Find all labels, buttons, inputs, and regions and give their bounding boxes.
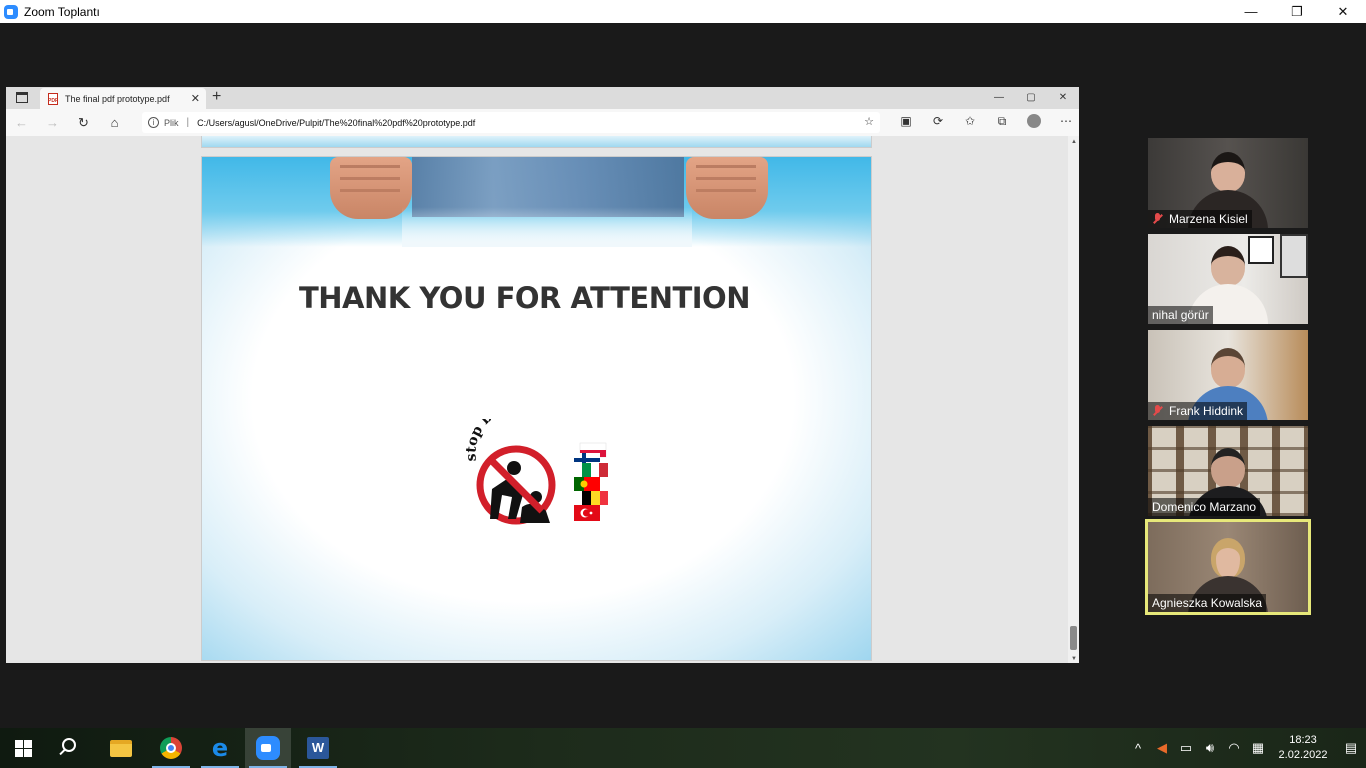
participant-name-tag: Frank Hiddink [1148,402,1248,420]
volume-icon[interactable]: 🔊︎ [1198,740,1222,756]
zoom-icon[interactable] [245,728,291,768]
profile-icon[interactable] [1018,114,1050,131]
new-tab-button[interactable]: + [212,88,221,106]
slide-header-image [202,157,871,247]
video-tile-active-speaker[interactable]: Agnieszka Kowalska [1145,519,1311,615]
clock-date: 2.02.2022 [1278,749,1328,761]
video-tile[interactable]: nihal görür [1148,234,1308,324]
scroll-down-icon[interactable]: ▼ [1071,656,1077,662]
browser-close-button[interactable]: ✕ [1047,87,1079,109]
forward-icon[interactable]: → [37,115,68,130]
slide-title: THANK YOU FOR ATTENTION [299,281,751,315]
browser-tab-bar: PDF The final pdf prototype.pdf ✕ + — ▢ … [6,87,1079,109]
notifications-icon[interactable]: ▤ [1336,740,1366,756]
file-explorer-icon[interactable] [98,728,144,768]
participant-name: Marzena Kisiel [1169,212,1248,226]
browser-tab[interactable]: PDF The final pdf prototype.pdf ✕ [40,88,206,109]
zoom-window-title: Zoom Toplantı [24,4,100,19]
pdf-viewer[interactable]: THANK YOU FOR ATTENTION stop bullying [6,136,1068,663]
favorites-icon[interactable]: ✩ [954,114,986,131]
info-icon[interactable]: i [148,117,159,128]
participant-name: Domenico Marzano [1152,500,1257,514]
participant-name-tag: Domenico Marzano [1148,498,1261,516]
system-tray: ^ ◀ ▭ 🔊︎ ◠ ▦ 18:23 2.02.2022 ▤ [1126,728,1366,768]
address-separator: | [186,117,190,128]
browser-maximize-button[interactable]: ▢ [1015,87,1047,109]
participant-name: Agnieszka Kowalska [1152,596,1263,610]
extension-icon[interactable]: ▣ [890,114,922,131]
tab-actions-icon[interactable] [16,92,28,103]
participant-name-tag: Marzena Kisiel [1148,210,1252,228]
sync-icon[interactable]: ⟳ [922,114,954,131]
edge-icon[interactable]: e [197,728,243,768]
chrome-icon[interactable] [148,728,194,768]
stop-bullying-logo: stop bullying [464,419,608,525]
shared-browser-window: PDF The final pdf prototype.pdf ✕ + — ▢ … [6,87,1079,663]
favorite-add-icon[interactable]: ☆ [864,115,874,128]
zoom-logo-icon [4,4,18,19]
url-text[interactable]: C:/Users/agusl/OneDrive/Pulpit/The%20fin… [197,118,475,128]
pdf-page-slide: THANK YOU FOR ATTENTION stop bullying [201,156,872,661]
video-tile[interactable]: Domenico Marzano [1148,426,1308,516]
refresh-icon[interactable]: ↻ [68,115,99,131]
show-hidden-icons-icon[interactable]: ^ [1126,741,1150,756]
scroll-up-icon[interactable]: ▲ [1071,139,1077,145]
browser-toolbar: ← → ↻ ⌂ i Plik | C:/Users/agusl/OneDrive… [6,109,1079,136]
scrollbar-thumb[interactable] [1070,626,1077,650]
warning-icon[interactable]: ◀ [1150,740,1174,756]
muted-mic-icon [1152,405,1164,417]
zoom-title-bar: Zoom Toplantı — ❐ ✕ [0,0,1366,23]
pdf-icon: PDF [48,92,58,105]
hand-right-image [686,157,768,219]
close-button[interactable]: ✕ [1320,0,1366,23]
vertical-scrollbar[interactable]: ▲ ▼ [1068,136,1079,663]
address-label: Plik [164,117,179,128]
video-tile[interactable]: Frank Hiddink [1148,330,1308,420]
home-icon[interactable]: ⌂ [99,115,130,130]
back-icon[interactable]: ← [6,115,37,130]
word-icon[interactable]: W [295,728,341,768]
restore-button[interactable]: ❐ [1274,0,1320,23]
participant-name-tag: nihal görür [1148,306,1213,324]
keyboard-icon[interactable]: ▦ [1246,740,1270,756]
more-icon[interactable]: ⋯ [1050,114,1082,131]
clock-time: 18:23 [1289,734,1317,746]
hand-left-image [330,157,412,219]
previous-page [201,136,872,148]
tab-title: The final pdf prototype.pdf [65,93,170,104]
tab-close-icon[interactable]: ✕ [191,92,200,105]
minimize-button[interactable]: — [1228,0,1274,23]
clock[interactable]: 18:23 2.02.2022 [1270,733,1336,763]
battery-icon[interactable]: ▭ [1174,740,1198,756]
windows-taskbar: e W ^ ◀ ▭ 🔊︎ ◠ ▦ 18:23 2.02.2022 ▤ [0,728,1366,768]
participant-name: Frank Hiddink [1169,404,1244,418]
start-icon[interactable] [15,740,32,757]
search-icon[interactable] [62,738,76,752]
wifi-icon[interactable]: ◠ [1222,740,1246,756]
browser-minimize-button[interactable]: — [983,87,1015,109]
participant-name: nihal görür [1152,308,1209,322]
video-tile[interactable]: Marzena Kisiel [1148,138,1308,228]
address-bar[interactable]: i Plik | C:/Users/agusl/OneDrive/Pulpit/… [142,112,880,133]
muted-mic-icon [1152,213,1164,225]
collections-icon[interactable]: ⧉ [986,114,1018,131]
participant-name-tag: Agnieszka Kowalska [1148,594,1267,612]
